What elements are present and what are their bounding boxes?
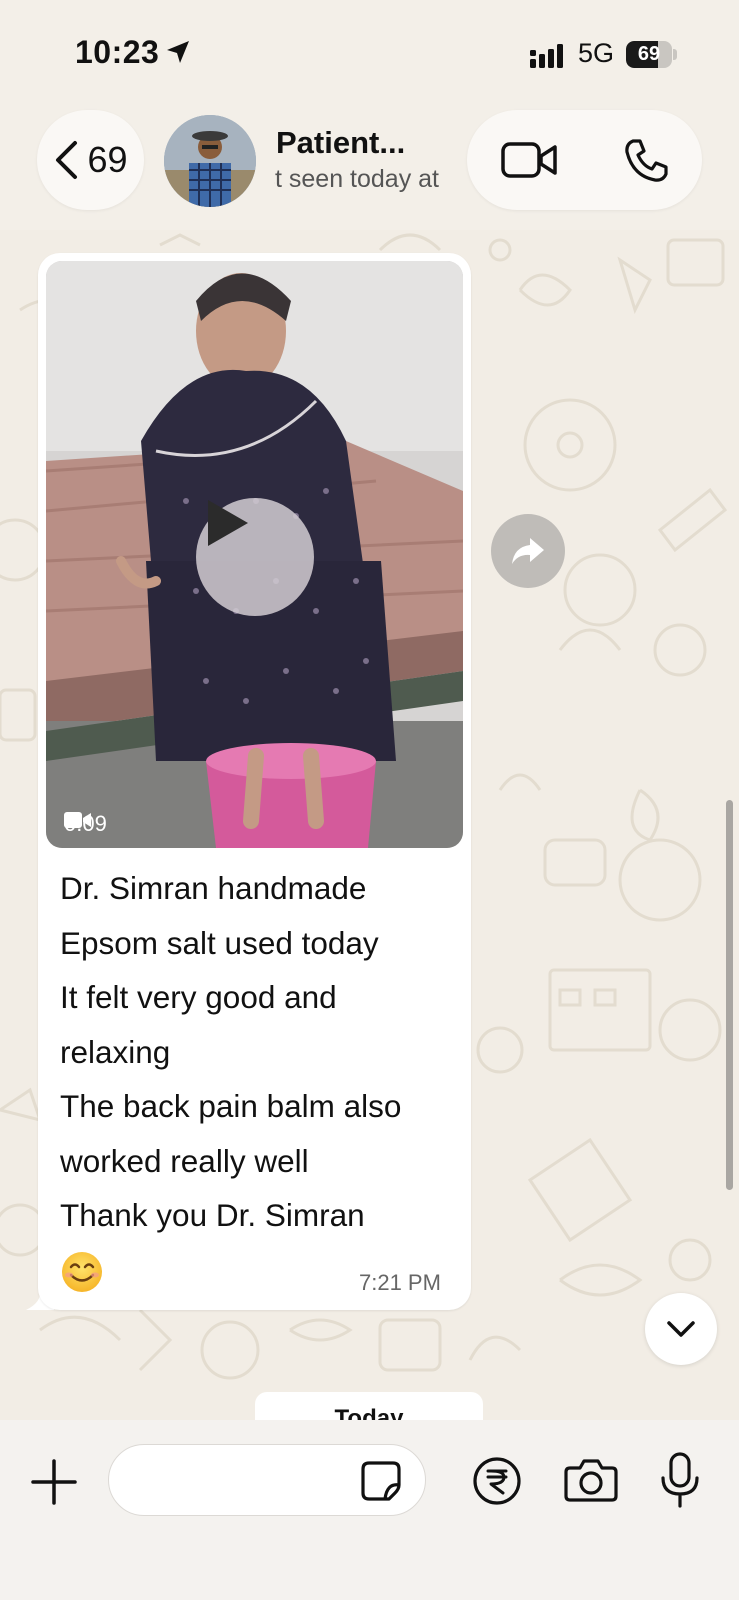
location-arrow-icon <box>167 41 189 63</box>
message-line: Thank you Dr. Simran <box>60 1197 365 1233</box>
message-line: It felt very good and <box>60 979 337 1015</box>
call-actions <box>467 110 702 210</box>
message-time: 7:21 PM <box>359 1270 441 1295</box>
message-line: worked really well <box>60 1142 309 1179</box>
video-duration-row: 0:09 <box>64 811 107 837</box>
sticker-icon[interactable] <box>359 1459 403 1503</box>
battery-level: 69 <box>637 43 661 65</box>
chat-screen: 10:23 5G 69 69 Patient... t seen today a… <box>0 0 739 1600</box>
message-text: Dr. Simran handmade Epsom salt used toda… <box>60 861 460 1243</box>
chat-header: 69 Patient... Last seen today at <box>0 105 739 225</box>
play-icon <box>208 500 248 546</box>
microphone-icon[interactable] <box>660 1452 700 1508</box>
camera-icon[interactable] <box>564 1456 618 1504</box>
scroll-to-bottom-button[interactable] <box>645 1293 717 1365</box>
video-thumbnail[interactable]: 0:09 <box>46 261 463 848</box>
forward-arrow-icon <box>512 538 544 564</box>
battery-tip <box>673 49 677 60</box>
scrollbar[interactable] <box>726 800 733 1190</box>
signal-icon <box>530 44 563 68</box>
chevron-left-icon <box>56 141 78 179</box>
rupee-payment-icon[interactable] <box>472 1456 522 1506</box>
status-bar: 10:23 5G 69 <box>0 0 739 105</box>
contact-last-seen: Last seen today at <box>274 165 439 193</box>
message-line: Epsom salt used today <box>60 924 379 961</box>
message-input[interactable] <box>108 1444 426 1516</box>
message-line: Dr. Simran handmade <box>60 870 367 906</box>
forward-button[interactable] <box>491 514 565 588</box>
input-bar <box>0 1420 739 1600</box>
back-button[interactable]: 69 <box>37 110 144 210</box>
plus-icon[interactable] <box>30 1458 78 1506</box>
battery-icon: 69 <box>626 41 672 68</box>
status-time: 10:23 <box>75 34 160 70</box>
message-line: relaxing <box>60 1033 171 1070</box>
phone-icon[interactable] <box>623 138 669 184</box>
chevron-down-icon <box>667 1321 695 1337</box>
message-line: The back pain balm also <box>60 1088 402 1124</box>
play-button[interactable] <box>196 498 314 616</box>
smile-emoji-icon <box>62 1252 102 1292</box>
avatar-image <box>164 115 256 207</box>
network-label: 5G <box>578 38 615 68</box>
contact-name[interactable]: Patient... <box>276 125 405 161</box>
video-call-icon[interactable] <box>501 140 557 180</box>
video-camera-icon <box>64 812 91 828</box>
avatar[interactable] <box>164 115 256 207</box>
unread-count: 69 <box>87 139 128 180</box>
message-bubble[interactable]: 0:09 Dr. Simran handmade Epsom salt used… <box>38 253 471 1310</box>
